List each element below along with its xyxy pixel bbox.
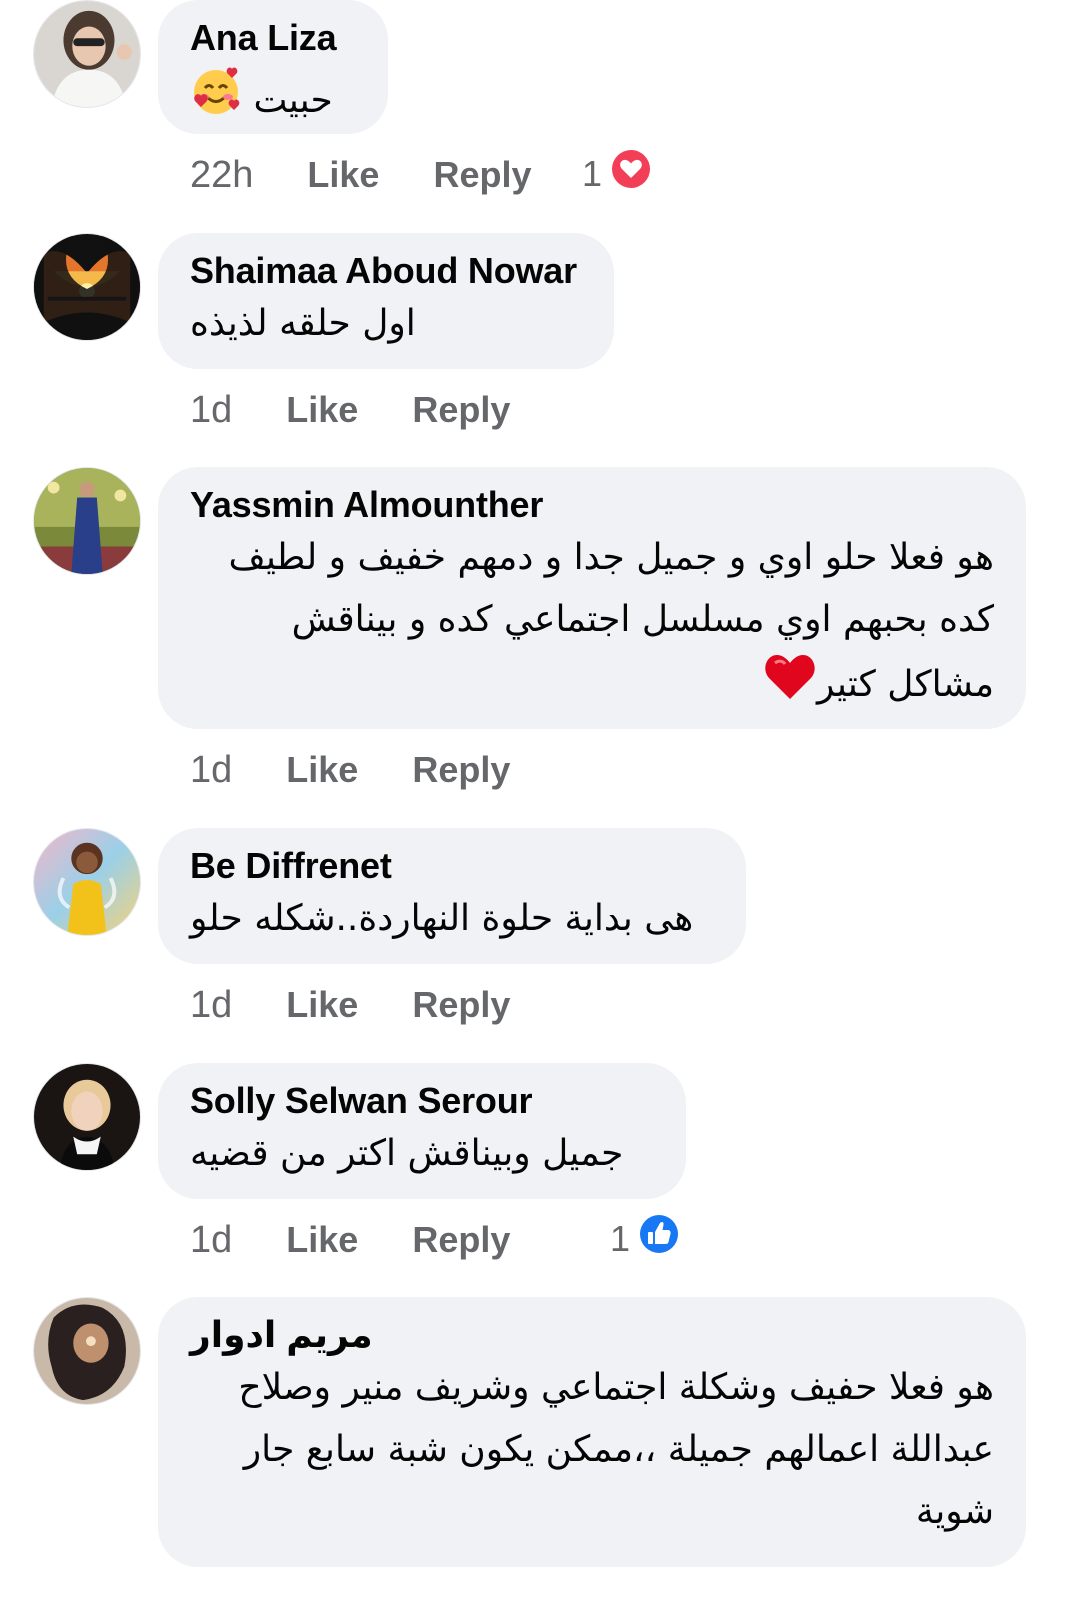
avatar[interactable] — [33, 1063, 141, 1171]
comment-text: جميل وبيناقش اكتر من قضيه — [190, 1133, 624, 1174]
comment-author[interactable]: Solly Selwan Serour — [190, 1079, 654, 1123]
smiling-face-with-hearts-icon — [190, 66, 242, 138]
comment-author[interactable]: مريم ادوار — [190, 1313, 373, 1357]
comment-actions: 22h Like Reply — [190, 150, 532, 200]
comment-text-line: مشاكل كتير — [817, 664, 994, 705]
comment-author[interactable]: Shaimaa Aboud Nowar — [190, 249, 582, 293]
comment-text-line: عبداللة اعمالهم جميلة ،،ممكن يكون شبة سا… — [243, 1429, 994, 1470]
avatar[interactable] — [33, 0, 141, 108]
reply-button[interactable]: Reply — [412, 389, 510, 431]
like-button[interactable]: Like — [307, 154, 379, 196]
comment-timestamp[interactable]: 1d — [190, 749, 232, 792]
comment-bubble: Ana Liza حبيت — [158, 0, 388, 134]
like-button[interactable]: Like — [286, 984, 358, 1026]
avatar[interactable] — [33, 1297, 141, 1405]
comment-actions: 1d Like Reply — [190, 385, 510, 435]
comment-timestamp[interactable]: 1d — [190, 984, 232, 1027]
avatar[interactable] — [33, 467, 141, 575]
comment-bubble: Shaimaa Aboud Nowar اول حلقه لذيذه — [158, 233, 614, 369]
comment-bubble: Solly Selwan Serour جميل وبيناقش اكتر من… — [158, 1063, 686, 1199]
comment-timestamp[interactable]: 1d — [190, 389, 232, 432]
like-button[interactable]: Like — [286, 1219, 358, 1261]
comment-timestamp[interactable]: 1d — [190, 1219, 232, 1262]
comment-text-line: كده بحبهم اوي مسلسل اجتماعي كده و بيناقش — [291, 599, 994, 640]
comment-actions: 1d Like Reply — [190, 1215, 510, 1265]
comment-bubble: مريم ادوار هو فعلا حفيف وشكلة اجتماعي وش… — [158, 1297, 1026, 1567]
comment-text: حبيت — [190, 66, 356, 138]
comment-text: اول حلقه لذيذه — [190, 303, 416, 344]
like-button[interactable]: Like — [286, 389, 358, 431]
reply-button[interactable]: Reply — [433, 154, 531, 196]
comment-text-line-with-emoji: مشاكل كتير — [190, 651, 994, 721]
comment-author[interactable]: Be Diffrenet — [190, 844, 714, 888]
reaction-count: 1 — [610, 1217, 631, 1259]
reaction-summary[interactable]: 1 — [582, 146, 654, 201]
comment-timestamp[interactable]: 22h — [190, 154, 253, 197]
love-reaction-icon — [608, 146, 654, 201]
comment-bubble: Yassmin Almounther هو فعلا حلو اوي و جمي… — [158, 467, 1026, 729]
avatar[interactable] — [33, 828, 141, 936]
comment-author[interactable]: Yassmin Almounther — [190, 483, 994, 527]
comment-bubble: Be Diffrenet هى بداية حلوة النهاردة..شكل… — [158, 828, 746, 964]
reaction-count: 1 — [582, 152, 603, 194]
comment-text: هو فعلا حلو اوي و جميل جدا و دمهم خفيف و… — [190, 527, 994, 721]
comment-text: هى بداية حلوة النهاردة..شكله حلو — [190, 898, 694, 939]
like-button[interactable]: Like — [286, 749, 358, 791]
comment-text-line: حبيت — [253, 80, 333, 121]
comment-author[interactable]: Ana Liza — [190, 16, 356, 60]
comment-text-line: هو فعلا حفيف وشكلة اجتماعي وشريف منير وص… — [238, 1367, 994, 1408]
comment-actions: 1d Like Reply — [190, 980, 510, 1030]
red-heart-icon — [763, 651, 817, 721]
reply-button[interactable]: Reply — [412, 1219, 510, 1261]
comment-text-line: شوية — [915, 1491, 994, 1532]
like-reaction-icon — [636, 1211, 682, 1266]
reply-button[interactable]: Reply — [412, 984, 510, 1026]
comment-actions: 1d Like Reply — [190, 745, 510, 795]
author-row: مريم ادوار — [190, 1313, 994, 1357]
comment-text-line: هو فعلا حلو اوي و جميل جدا و دمهم خفيف و… — [228, 537, 994, 578]
reaction-summary[interactable]: 1 — [610, 1211, 682, 1266]
avatar[interactable] — [33, 233, 141, 341]
comment-text: هو فعلا حفيف وشكلة اجتماعي وشريف منير وص… — [190, 1357, 994, 1543]
reply-button[interactable]: Reply — [412, 749, 510, 791]
